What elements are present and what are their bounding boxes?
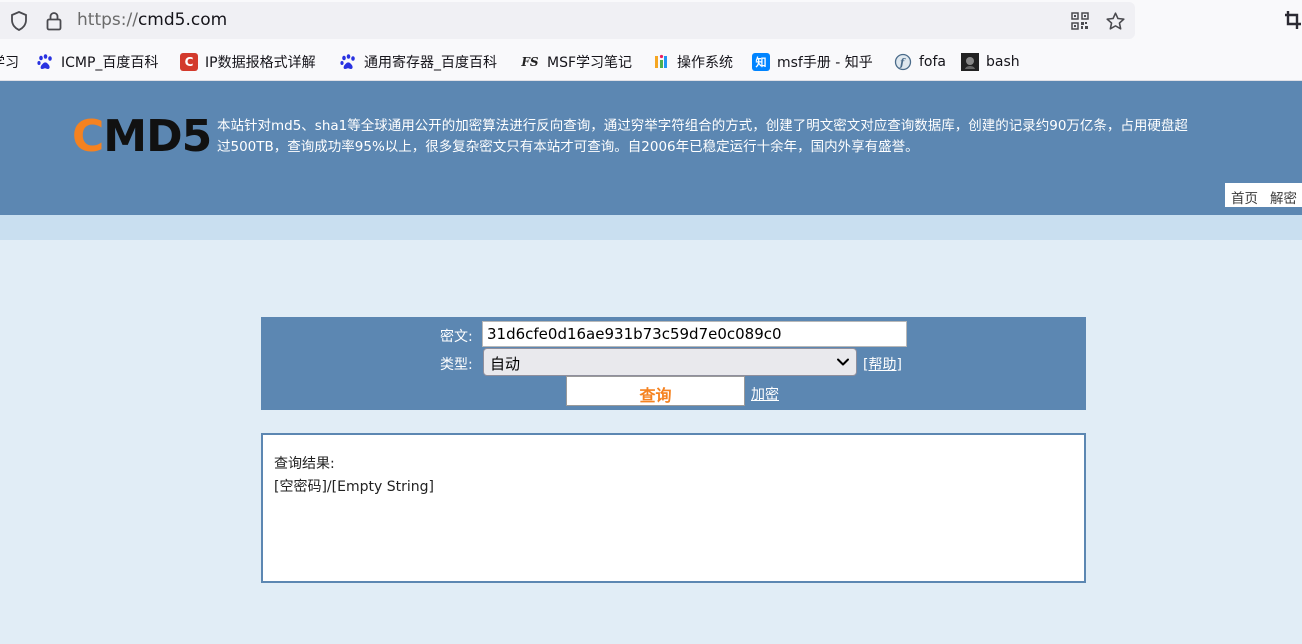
type-label: 类型: bbox=[440, 357, 473, 373]
result-title: 查询结果: bbox=[274, 456, 335, 472]
bookmark-label: ICMP_百度百科 bbox=[61, 55, 159, 71]
hash-type-value: 自动 bbox=[490, 355, 521, 373]
hash-type-select[interactable]: 自动 bbox=[483, 348, 857, 376]
bookmark-star-icon[interactable] bbox=[1105, 11, 1126, 32]
bash-icon bbox=[961, 53, 979, 71]
bookmark-label: msf手册 - 知乎 bbox=[777, 55, 873, 71]
bookmark-item[interactable]: 通用寄存器_百度百科 bbox=[339, 51, 497, 73]
bookmark-label: bash bbox=[986, 54, 1020, 70]
bookmark-label: 操作系统 bbox=[677, 55, 733, 71]
bookmark-label: fofa bbox=[919, 54, 947, 70]
logo-c: C bbox=[72, 111, 104, 162]
bookmark-item[interactable]: 知 msf手册 - 知乎 bbox=[752, 51, 873, 73]
zhihu-icon: 知 bbox=[752, 53, 770, 71]
intro-line-1: 本站针对md5、sha1等全球通用公开的加密算法进行反向查询，通过穷举字符组合的… bbox=[217, 118, 1188, 134]
address-bar[interactable]: https://cmd5.com bbox=[0, 2, 1135, 39]
encrypt-link[interactable]: 加密 bbox=[751, 384, 779, 404]
bookmark-item[interactable]: 学习 bbox=[0, 51, 19, 73]
bookmark-item[interactable]: C IP数据报格式详解 bbox=[180, 51, 316, 73]
url-text[interactable]: https://cmd5.com bbox=[77, 10, 227, 30]
help-link[interactable]: [帮助] bbox=[863, 354, 902, 374]
site-intro: 本站针对md5、sha1等全球通用公开的加密算法进行反向查询，通过穷举字符组合的… bbox=[217, 116, 1302, 158]
url-host: cmd5.com bbox=[137, 10, 228, 30]
bookmark-label: MSF学习笔记 bbox=[547, 55, 633, 71]
ciphertext-label: 密文: bbox=[440, 329, 473, 345]
fs-logo-icon: FS bbox=[521, 55, 539, 69]
qr-code-icon[interactable] bbox=[1071, 12, 1089, 30]
top-nav: 首页 解密 bbox=[1225, 183, 1302, 207]
ciphertext-input[interactable]: 31d6cfe0d16ae931b73c59d7e0c089c0 bbox=[482, 321, 907, 347]
tracking-shield-icon[interactable] bbox=[10, 11, 28, 31]
bookmark-item[interactable]: bash bbox=[961, 51, 1020, 73]
baidu-paw-icon bbox=[339, 53, 357, 71]
query-button[interactable]: 查询 bbox=[566, 376, 745, 406]
lock-icon[interactable] bbox=[45, 11, 63, 31]
chevron-down-icon bbox=[837, 358, 849, 366]
bookmark-label: 学习 bbox=[0, 55, 19, 71]
bookmark-item[interactable]: 操作系统 bbox=[652, 51, 733, 73]
bookmark-item[interactable]: FS MSF学习笔记 bbox=[520, 51, 632, 73]
sub-header-bar bbox=[0, 215, 1302, 240]
colorful-u-icon bbox=[652, 53, 670, 71]
screenshot-crop-icon[interactable] bbox=[1284, 10, 1302, 30]
cmd5-logo[interactable]: CMD5 bbox=[72, 115, 212, 159]
logo-md5: MD5 bbox=[103, 111, 212, 162]
nav-decrypt-link[interactable]: 解密 bbox=[1270, 191, 1297, 207]
bookmark-label: 通用寄存器_百度百科 bbox=[364, 55, 497, 71]
fofa-icon: f bbox=[894, 53, 912, 71]
browser-toolbar: https://cmd5.com bbox=[0, 0, 1302, 41]
url-scheme: https:// bbox=[77, 10, 138, 30]
bookmark-item[interactable]: ICMP_百度百科 bbox=[36, 51, 158, 73]
nav-home-link[interactable]: 首页 bbox=[1231, 191, 1258, 207]
result-value: [空密码]/[Empty String] bbox=[274, 479, 434, 495]
bookmark-item[interactable]: f fofa bbox=[894, 51, 946, 73]
bookmarks-toolbar: 学习 ICMP_百度百科 C IP数据报格式详解 通用寄存器_百度百科 FS M… bbox=[0, 41, 1302, 81]
result-panel: 查询结果: [空密码]/[Empty String] bbox=[261, 433, 1086, 583]
baidu-paw-icon bbox=[36, 53, 54, 71]
intro-line-2: 过500TB，查询成功率95%以上，很多复杂密文只有本站才可查询。自2006年已… bbox=[217, 139, 919, 155]
bookmark-label: IP数据报格式详解 bbox=[205, 55, 316, 71]
csdn-c-icon: C bbox=[180, 53, 198, 71]
